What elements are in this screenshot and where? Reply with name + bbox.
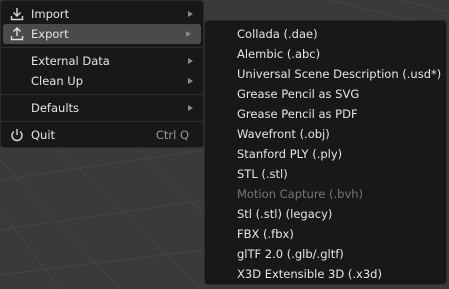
menu-item-export[interactable]: Export [3, 24, 201, 44]
submenu-arrow-icon [186, 31, 191, 37]
menu-separator [1, 94, 203, 95]
menu-separator [1, 47, 203, 48]
export-usd[interactable]: Universal Scene Description (.usd*) [205, 64, 446, 84]
export-item-label: Grease Pencil as SVG [237, 87, 360, 101]
export-stanford-ply[interactable]: Stanford PLY (.ply) [205, 144, 446, 164]
export-collada[interactable]: Collada (.dae) [205, 24, 446, 44]
import-icon [10, 8, 24, 21]
export-gltf[interactable]: glTF 2.0 (.glb/.gltf) [205, 244, 446, 264]
menu-item-defaults[interactable]: Defaults [1, 98, 203, 118]
export-alembic[interactable]: Alembic (.abc) [205, 44, 446, 64]
export-submenu: Collada (.dae) Alembic (.abc) Universal … [204, 20, 447, 285]
export-stl[interactable]: STL (.stl) [205, 164, 446, 184]
clean-up-label: Clean Up [31, 74, 84, 88]
submenu-arrow-icon [188, 78, 193, 84]
defaults-label: Defaults [31, 101, 80, 115]
quit-label: Quit [31, 128, 56, 142]
submenu-arrow-icon [188, 105, 193, 111]
export-x3d[interactable]: X3D Extensible 3D (.x3d) [205, 264, 446, 284]
export-item-label: Collada (.dae) [237, 27, 318, 41]
export-item-label: FBX (.fbx) [237, 227, 294, 241]
export-motion-capture: Motion Capture (.bvh) [205, 184, 446, 204]
file-menu: Import Export External Data Clean Up Def… [0, 0, 204, 148]
export-item-label: STL (.stl) [237, 167, 288, 181]
export-item-label: Stanford PLY (.ply) [237, 147, 343, 161]
power-icon [11, 129, 23, 142]
menu-item-clean-up[interactable]: Clean Up [1, 71, 203, 91]
quit-shortcut: Ctrl Q [155, 128, 189, 142]
menu-item-external-data[interactable]: External Data [1, 51, 203, 71]
export-item-label: Universal Scene Description (.usd*) [237, 67, 442, 81]
export-item-label: Alembic (.abc) [237, 47, 321, 61]
import-label: Import [31, 7, 70, 21]
menu-item-quit[interactable]: Quit Ctrl Q [1, 125, 203, 145]
external-data-label: External Data [31, 54, 110, 68]
menu-separator [1, 121, 203, 122]
export-grease-pencil-pdf[interactable]: Grease Pencil as PDF [205, 104, 446, 124]
menu-item-import[interactable]: Import [1, 4, 203, 24]
export-fbx[interactable]: FBX (.fbx) [205, 224, 446, 244]
export-wavefront[interactable]: Wavefront (.obj) [205, 124, 446, 144]
export-grease-pencil-svg[interactable]: Grease Pencil as SVG [205, 84, 446, 104]
submenu-arrow-icon [188, 11, 193, 17]
export-label: Export [31, 27, 69, 41]
export-item-label: X3D Extensible 3D (.x3d) [237, 267, 382, 281]
export-stl-legacy[interactable]: Stl (.stl) (legacy) [205, 204, 446, 224]
export-item-label: Wavefront (.obj) [237, 127, 330, 141]
export-item-label: glTF 2.0 (.glb/.gltf) [237, 247, 344, 261]
export-item-label: Stl (.stl) (legacy) [237, 207, 333, 221]
submenu-arrow-icon [188, 58, 193, 64]
export-item-label: Grease Pencil as PDF [237, 107, 358, 121]
export-item-label: Motion Capture (.bvh) [237, 187, 364, 201]
export-icon [10, 27, 24, 41]
